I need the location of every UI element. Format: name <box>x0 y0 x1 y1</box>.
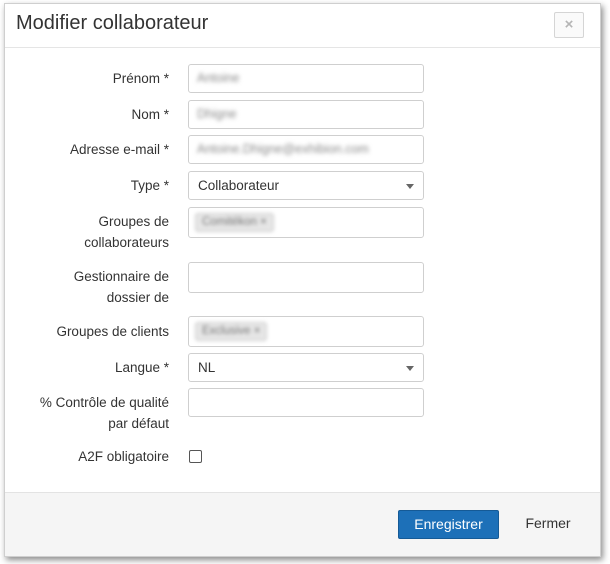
client-groups-label: Groupes de clients <box>56 324 169 339</box>
edit-employee-dialog: Modifier collaborateur × Prénom * Antoin… <box>4 3 601 557</box>
file-manager-multiselect[interactable] <box>188 262 424 293</box>
close-button[interactable]: Fermer <box>513 510 583 539</box>
close-icon[interactable]: × <box>554 12 584 38</box>
chevron-down-icon <box>406 366 414 371</box>
last-name-input[interactable]: Dhigne <box>188 100 424 129</box>
employee-groups-multiselect[interactable]: Comitékon × <box>188 207 424 238</box>
dialog-header: Modifier collaborateur × <box>5 4 600 48</box>
language-selected-value: NL <box>198 360 216 375</box>
save-button[interactable]: Enregistrer <box>398 510 499 539</box>
client-groups-multiselect[interactable]: Exclusive × <box>188 316 424 347</box>
dialog-footer: Enregistrer Fermer <box>5 492 600 556</box>
quality-control-label-line2: par défaut <box>108 416 169 431</box>
file-manager-label-line2: dossier de <box>106 290 169 305</box>
employee-group-tag[interactable]: Comitékon × <box>195 213 274 232</box>
dialog-title: Modifier collaborateur <box>16 12 209 34</box>
last-name-label: Nom * <box>131 107 169 122</box>
employee-groups-label: Groupes de collaborateurs <box>9 211 169 253</box>
employee-groups-label-line1: Groupes de <box>98 214 169 229</box>
employee-groups-label-line2: collaborateurs <box>84 235 169 250</box>
email-value: Antoine.Dhigne@exhibion.com <box>197 142 369 156</box>
email-label: Adresse e-mail * <box>69 142 169 157</box>
first-name-value: Antoine <box>197 71 240 85</box>
quality-control-input[interactable] <box>188 388 424 417</box>
email-input[interactable]: Antoine.Dhigne@exhibion.com <box>188 135 424 164</box>
chevron-down-icon <box>406 184 414 189</box>
file-manager-label: Gestionnaire de dossier de <box>9 266 169 308</box>
quality-control-label: % Contrôle de qualité par défaut <box>9 392 169 434</box>
two-factor-label: A2F obligatoire <box>78 449 169 464</box>
first-name-label: Prénom * <box>112 71 169 86</box>
two-factor-checkbox[interactable] <box>189 450 202 463</box>
last-name-value: Dhigne <box>197 107 237 121</box>
first-name-input[interactable]: Antoine <box>188 64 424 93</box>
dialog-body: Prénom * Antoine Nom * Dhigne Adresse e-… <box>5 48 600 492</box>
type-selected-value: Collaborateur <box>198 178 280 193</box>
type-select[interactable]: Collaborateur <box>188 171 424 200</box>
file-manager-label-line1: Gestionnaire de <box>73 269 169 284</box>
language-select[interactable]: NL <box>188 353 424 382</box>
quality-control-label-line1: % Contrôle de qualité <box>39 395 169 410</box>
language-label: Langue * <box>114 360 169 375</box>
type-label: Type * <box>130 178 169 193</box>
client-group-tag[interactable]: Exclusive × <box>195 322 268 341</box>
